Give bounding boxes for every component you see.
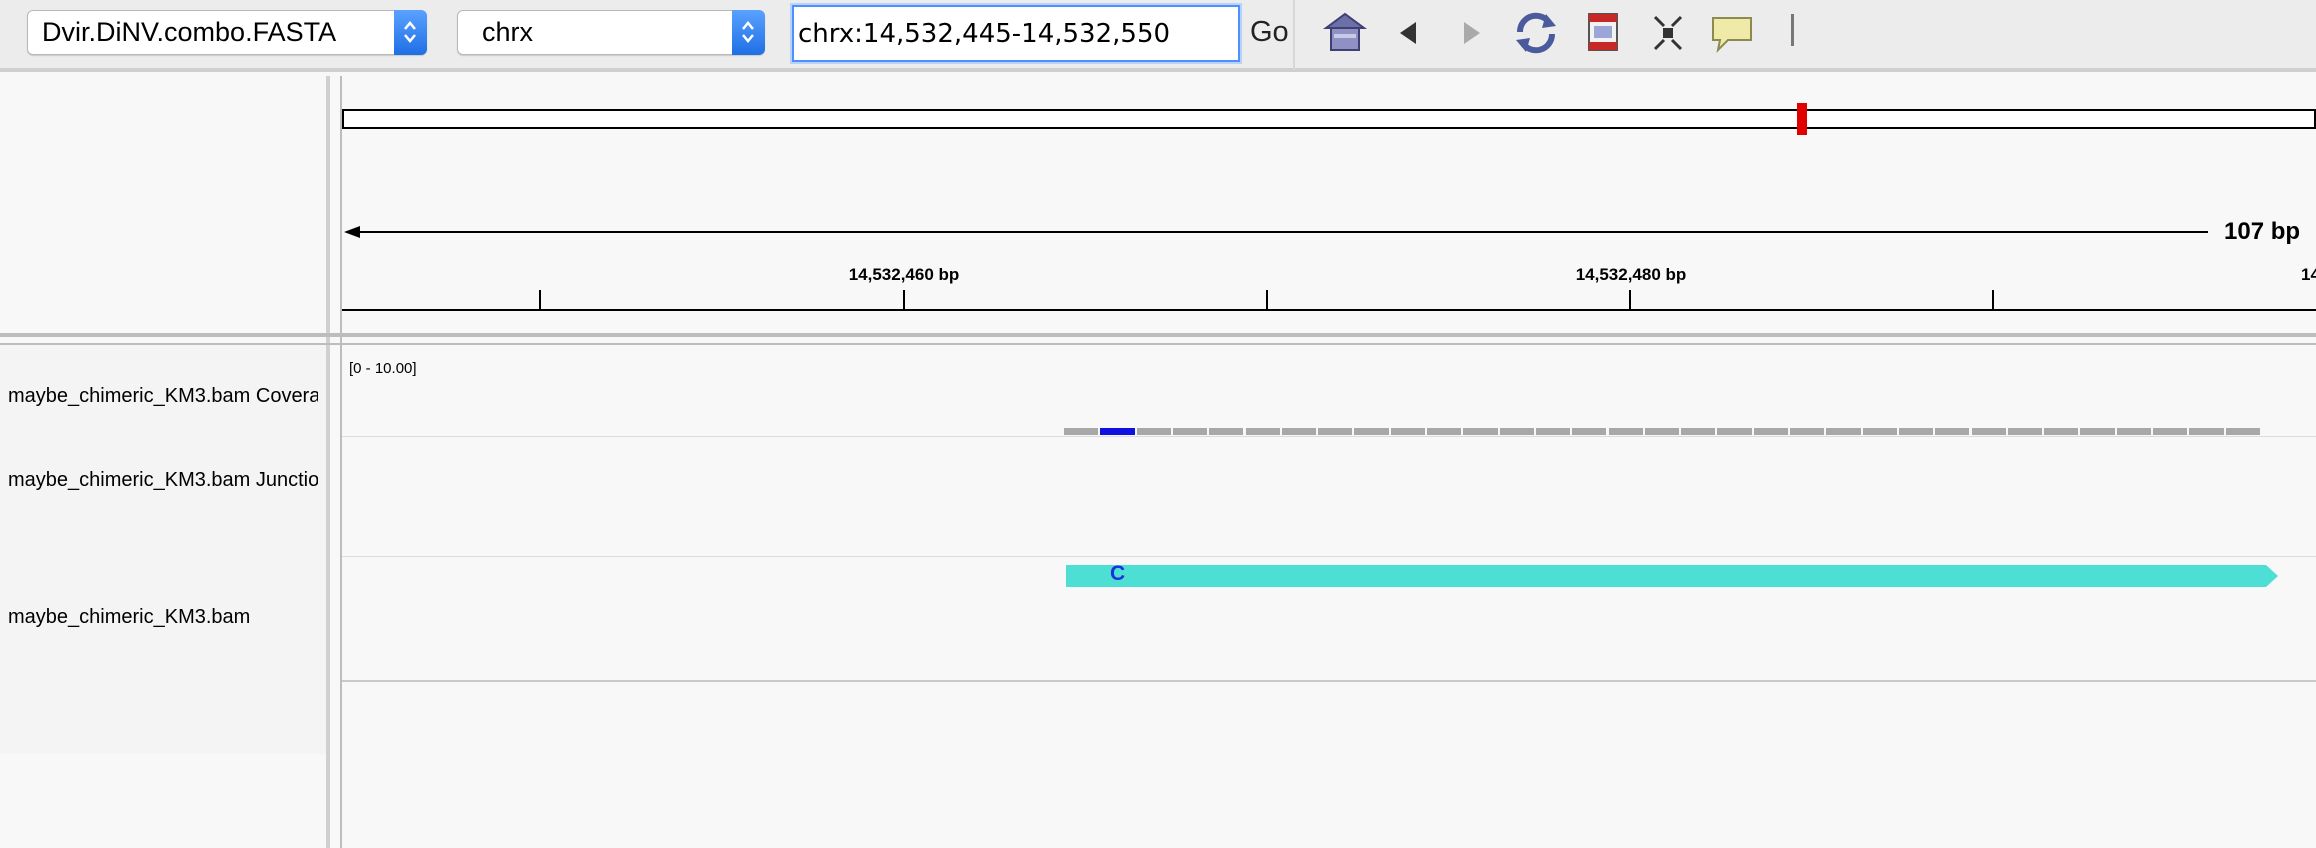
coverage-bar[interactable]: [1245, 428, 1280, 435]
coverage-bar[interactable]: [1390, 428, 1425, 435]
coverage-bar[interactable]: [1826, 428, 1861, 435]
chromosome-dropdown[interactable]: chrx: [457, 10, 765, 55]
ruler-tick: [1266, 290, 1268, 310]
alignment-read[interactable]: [1066, 565, 2266, 587]
chromosome-dropdown-stepper-icon: [732, 10, 765, 55]
coverage-bar[interactable]: [1935, 428, 1970, 435]
coverage-bar[interactable]: [1281, 428, 1317, 435]
coverage-bar[interactable]: [1354, 428, 1389, 435]
coverage-bar[interactable]: [1209, 428, 1244, 435]
track-separator: [342, 556, 2316, 557]
refresh-icon[interactable]: [1512, 10, 1560, 61]
junction-track[interactable]: [342, 437, 2316, 555]
read-mismatch-base: C: [1110, 562, 1126, 585]
alignment-track-name[interactable]: maybe_chimeric_KM3.bam: [8, 606, 318, 629]
toolbar-end-divider: [1791, 14, 1794, 46]
coverage-bar[interactable]: [1790, 428, 1825, 435]
coverage-bar[interactable]: [1717, 428, 1752, 435]
chromosome-dropdown-value: chrx: [482, 17, 534, 47]
forward-icon[interactable]: [1460, 18, 1482, 53]
ruler-tick-label: 14,532,480 bp: [1575, 265, 1687, 284]
span-line: [350, 231, 2208, 233]
roi-icon[interactable]: [1586, 10, 1620, 59]
coverage-bar[interactable]: [1971, 428, 2006, 435]
coverage-bar[interactable]: [1172, 428, 1208, 435]
coverage-bar[interactable]: [1427, 428, 1462, 435]
ruler-tick: [539, 290, 541, 310]
coverage-bar[interactable]: [2153, 428, 2188, 435]
coverage-bar[interactable]: [1572, 428, 1607, 435]
toolbar: Dvir.DiNV.combo.FASTA chrx Go: [0, 0, 2316, 72]
coverage-bar[interactable]: [1136, 428, 1171, 435]
genome-dropdown-value: Dvir.DiNV.combo.FASTA: [42, 17, 337, 47]
coverage-bar[interactable]: [1463, 428, 1498, 435]
coverage-bar[interactable]: [1644, 428, 1680, 435]
header-divider[interactable]: [0, 333, 2316, 337]
coverage-bar[interactable]: [1898, 428, 1934, 435]
ruler-tick: [1629, 290, 1631, 310]
coverage-bar[interactable]: [2116, 428, 2151, 435]
header-divider-line: [0, 343, 2316, 345]
genome-dropdown-stepper-icon: [394, 10, 427, 55]
coverage-track[interactable]: [342, 352, 2316, 436]
ruler-tick: [903, 290, 905, 310]
coverage-bar[interactable]: [1535, 428, 1571, 435]
track-name-panel: maybe_chimeric_KM3.bam Coverage maybe_ch…: [0, 76, 326, 848]
read-strand-arrow: [2266, 565, 2278, 587]
ruler-tick: [1992, 290, 1994, 310]
ideogram-current-region-marker: [1797, 103, 1807, 135]
coverage-bar[interactable]: [1681, 428, 1716, 435]
ruler-baseline: [342, 309, 2316, 311]
coverage-bar[interactable]: [1318, 428, 1353, 435]
coverage-bar[interactable]: [1064, 428, 1099, 435]
coverage-bar[interactable]: [2189, 428, 2224, 435]
coverage-bar[interactable]: [2080, 428, 2115, 435]
coverage-track-name[interactable]: maybe_chimeric_KM3.bam Coverage: [8, 385, 318, 408]
coverage-bar[interactable]: [1753, 428, 1788, 435]
coverage-bar[interactable]: [1608, 428, 1643, 435]
locus-search-input[interactable]: [792, 5, 1240, 62]
fit-window-icon[interactable]: [1652, 14, 1684, 57]
coverage-bar[interactable]: [2225, 428, 2260, 435]
span-length-label: 107 bp: [2224, 218, 2301, 245]
popup-info-icon[interactable]: [1710, 14, 1754, 59]
ruler-tick-label: 14: [2301, 265, 2316, 284]
coverage-bar[interactable]: [1862, 428, 1897, 435]
panel-divider[interactable]: [326, 76, 330, 848]
coverage-bar[interactable]: [2044, 428, 2079, 435]
home-icon[interactable]: [1322, 10, 1368, 59]
coverage-bar[interactable]: [2007, 428, 2043, 435]
go-button[interactable]: Go: [1250, 16, 1289, 49]
toolbar-divider: [1293, 0, 1295, 70]
junction-track-name[interactable]: maybe_chimeric_KM3.bam Junctions: [8, 469, 318, 492]
coverage-bar-mismatch[interactable]: [1100, 428, 1135, 435]
alignment-track-bottom: [342, 680, 2316, 682]
back-icon[interactable]: [1396, 18, 1418, 53]
genome-dropdown[interactable]: Dvir.DiNV.combo.FASTA: [27, 10, 427, 55]
ruler-tick-label: 14,532,460 bp: [848, 265, 960, 284]
coverage-bar[interactable]: [1499, 428, 1534, 435]
chromosome-ideogram[interactable]: [342, 109, 2316, 129]
